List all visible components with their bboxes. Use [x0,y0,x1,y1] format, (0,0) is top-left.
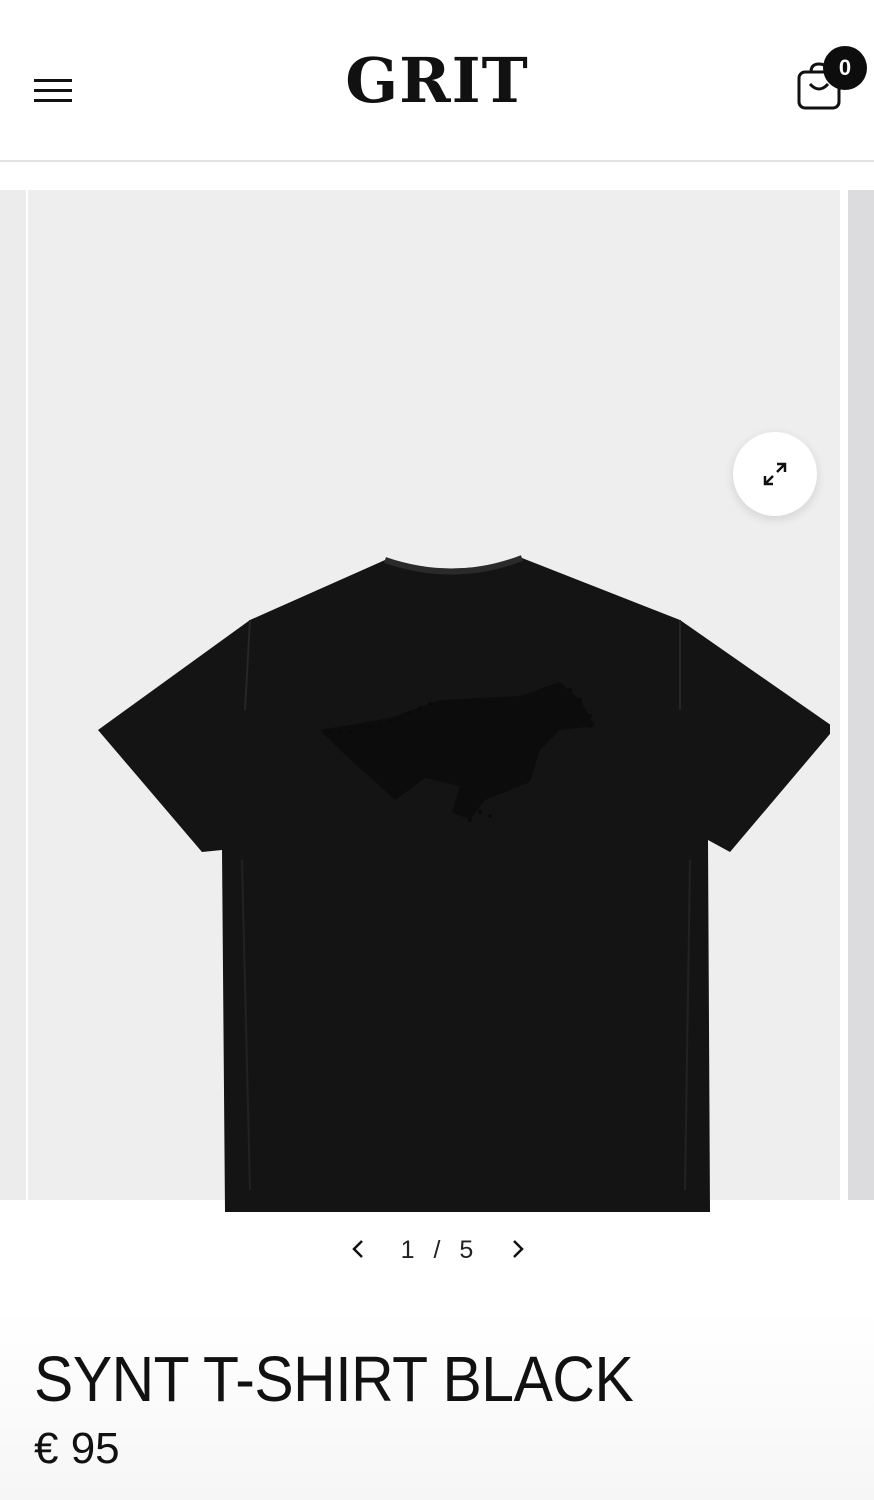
chevron-right-icon [513,1240,524,1258]
gallery-pager: 1 / 5 [0,1226,874,1272]
previous-image-button[interactable] [344,1234,374,1264]
counter-separator: / [433,1236,443,1264]
product-title: SYNT T-SHIRT BLACK [34,1343,634,1415]
zoom-button[interactable] [733,432,817,516]
product-price: € 95 [34,1424,120,1473]
product-image-slide[interactable] [28,190,840,1212]
product-info: SYNT T-SHIRT BLACK € 95 [0,1310,874,1500]
expand-arrows-icon [763,462,787,486]
product-gallery[interactable] [0,190,874,1212]
total-images: 5 [459,1236,476,1264]
image-counter: 1 / 5 [390,1236,486,1265]
next-slide-peek[interactable] [848,190,874,1200]
site-header: GRIT 0 [0,0,874,162]
previous-slide-peek[interactable] [0,190,26,1200]
site-logo[interactable]: GRIT [0,50,874,112]
chevron-left-icon [352,1240,363,1258]
product-image [98,555,830,1212]
cart-count-badge: 0 [823,46,867,90]
current-image-index: 1 [400,1236,417,1264]
next-image-button[interactable] [502,1234,532,1264]
